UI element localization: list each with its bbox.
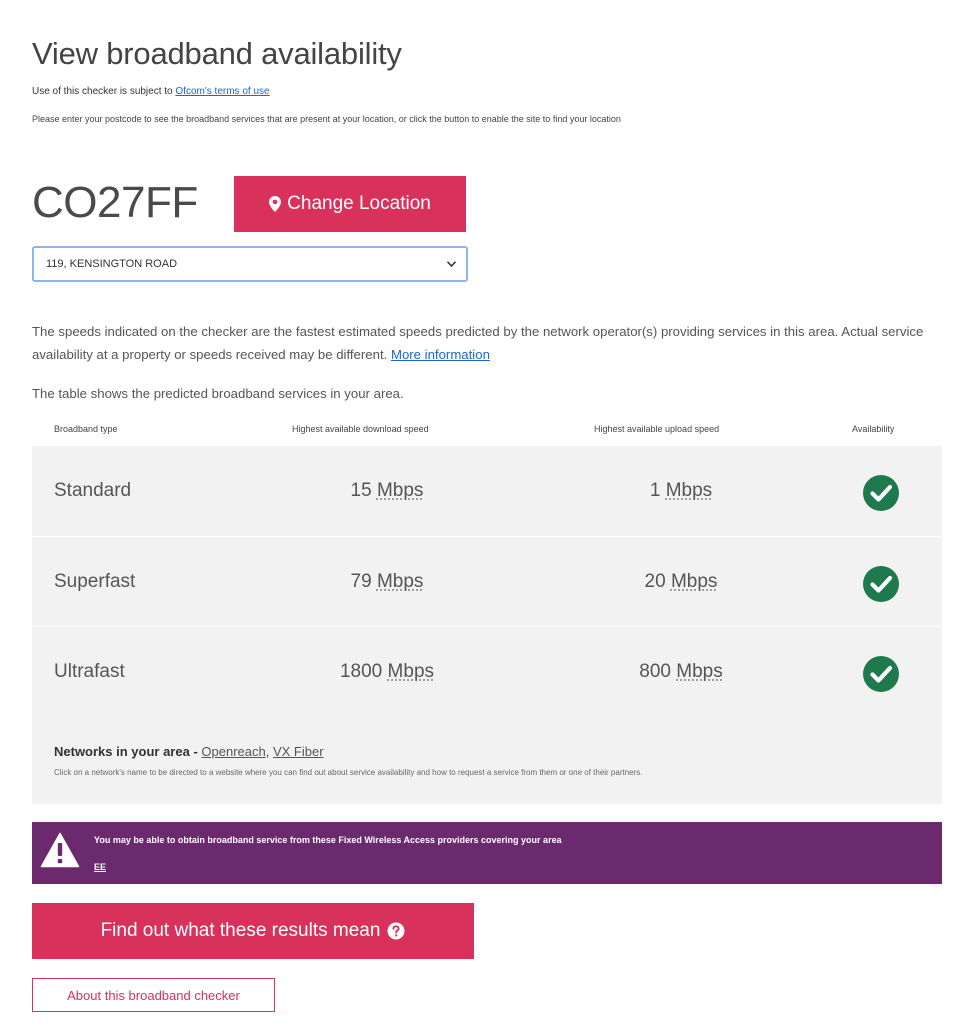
terms-of-use-link[interactable]: Ofcom's terms of use bbox=[175, 86, 269, 97]
upload-unit: Mbps bbox=[670, 571, 718, 592]
terms-prefix: Use of this checker is subject to bbox=[32, 86, 173, 97]
question-circle-icon bbox=[387, 922, 405, 940]
fwa-providers-banner: You may be able to obtain broadband serv… bbox=[32, 822, 942, 884]
address-select-value: 119, KENSINGTON ROAD bbox=[46, 258, 178, 270]
download-unit: Mbps bbox=[376, 480, 424, 501]
broadband-type-cell: Superfast bbox=[54, 571, 136, 592]
download-unit: Mbps bbox=[376, 571, 424, 592]
check-circle-icon bbox=[863, 475, 899, 511]
table-row: Superfast 79 Mbps 20 Mbps bbox=[32, 536, 942, 626]
table-row: Standard 15 Mbps 1 Mbps bbox=[32, 446, 942, 536]
download-value: 1800 bbox=[339, 661, 383, 682]
postcode-display: CO27FF bbox=[32, 178, 198, 227]
broadband-type-cell: Ultrafast bbox=[54, 661, 125, 682]
speeds-disclaimer: The speeds indicated on the checker are … bbox=[32, 320, 937, 366]
networks-hint: Click on a network's name to be directed… bbox=[54, 768, 643, 777]
page-title: View broadband availability bbox=[32, 36, 402, 71]
about-checker-button[interactable]: About this broadband checker bbox=[32, 978, 275, 1012]
map-marker-icon bbox=[269, 196, 282, 212]
header-availability: Availability bbox=[852, 424, 895, 434]
change-location-label: Change Location bbox=[287, 193, 431, 214]
results-meaning-label: Find out what these results mean bbox=[100, 920, 381, 941]
download-speed-cell: 1800 Mbps bbox=[272, 661, 502, 683]
download-speed-cell: 15 Mbps bbox=[272, 480, 502, 502]
results-meaning-button[interactable]: Find out what these results mean bbox=[32, 903, 474, 959]
upload-speed-cell: 20 Mbps bbox=[568, 571, 794, 593]
upload-value: 20 bbox=[644, 571, 666, 592]
upload-unit: Mbps bbox=[665, 480, 713, 501]
download-value: 79 bbox=[350, 571, 372, 592]
chevron-down-icon bbox=[447, 261, 456, 267]
more-information-link[interactable]: More information bbox=[391, 347, 490, 362]
networks-label: Networks in your area - bbox=[54, 744, 198, 759]
broadband-type-cell: Standard bbox=[54, 480, 132, 501]
header-broadband-type: Broadband type bbox=[54, 424, 118, 434]
warning-triangle-icon bbox=[40, 832, 80, 868]
download-value: 15 bbox=[350, 480, 372, 501]
network-link-vx-fiber[interactable]: VX Fiber bbox=[273, 744, 324, 759]
network-link-openreach[interactable]: Openreach bbox=[201, 744, 265, 759]
upload-unit: Mbps bbox=[676, 661, 723, 682]
upload-value: 800 bbox=[639, 661, 671, 682]
change-location-button[interactable]: Change Location bbox=[234, 176, 466, 232]
results-table-header: Broadband type Highest available downloa… bbox=[32, 424, 942, 440]
download-unit: Mbps bbox=[387, 661, 435, 682]
fwa-provider-link[interactable]: EE bbox=[94, 862, 106, 872]
header-download-speed: Highest available download speed bbox=[292, 424, 429, 434]
networks-line: Networks in your area - Openreach, VX Fi… bbox=[54, 744, 324, 759]
intro-text: Please enter your postcode to see the br… bbox=[32, 114, 621, 124]
table-row: Ultrafast 1800 Mbps 800 Mbps bbox=[32, 626, 942, 716]
check-circle-icon bbox=[863, 566, 899, 602]
upload-speed-cell: 800 Mbps bbox=[568, 661, 794, 683]
table-intro: The table shows the predicted broadband … bbox=[32, 386, 404, 401]
upload-value: 1 bbox=[649, 480, 661, 501]
download-speed-cell: 79 Mbps bbox=[272, 571, 502, 593]
check-circle-icon bbox=[863, 656, 899, 692]
header-upload-speed: Highest available upload speed bbox=[594, 424, 720, 434]
address-select[interactable]: 119, KENSINGTON ROAD bbox=[32, 246, 468, 282]
fwa-message: You may be able to obtain broadband serv… bbox=[94, 835, 562, 845]
terms-line: Use of this checker is subject to Ofcom'… bbox=[32, 86, 270, 97]
results-table: Standard 15 Mbps 1 Mbps Superfast 79 Mbp… bbox=[32, 446, 942, 804]
upload-speed-cell: 1 Mbps bbox=[568, 480, 794, 502]
